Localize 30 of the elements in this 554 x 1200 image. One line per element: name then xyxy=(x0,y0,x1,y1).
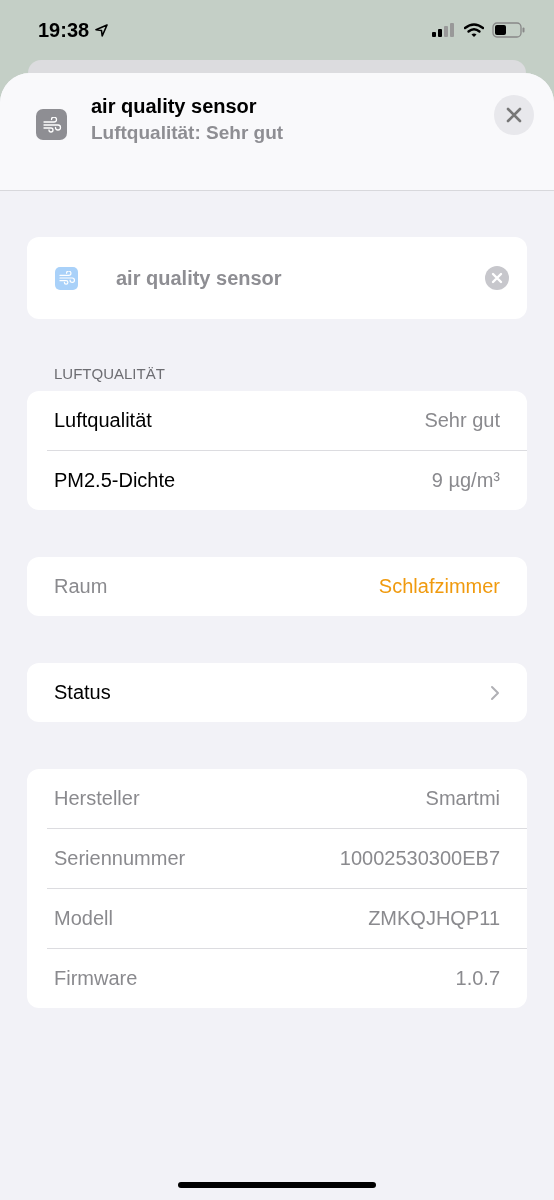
chevron-icon[interactable] xyxy=(490,684,500,701)
row-value: 9 µg/m³ xyxy=(431,469,500,492)
row-value: Sehr gut xyxy=(424,409,500,432)
close-button[interactable] xyxy=(494,95,534,135)
row-label: Firmware xyxy=(54,967,138,990)
signal-icon xyxy=(432,23,456,37)
row-value: Smartmi xyxy=(425,787,500,810)
accessory-status: Luftqualität: Sehr gut xyxy=(91,122,285,144)
row-value: 1.0.7 xyxy=(455,967,500,990)
name-field[interactable]: air quality sensor xyxy=(116,266,485,290)
location-arrow-icon xyxy=(95,23,109,37)
row-label: Seriennummer xyxy=(54,847,186,870)
wifi-icon xyxy=(464,22,484,38)
wind-icon xyxy=(36,109,67,140)
row-label: PM2.5-Dichte xyxy=(54,469,176,492)
battery-icon xyxy=(492,22,526,38)
wind-icon xyxy=(55,266,78,290)
status-time: 19:38 xyxy=(38,18,90,42)
row-label: Hersteller xyxy=(54,787,140,810)
section-header: LUFTQUALITÄT xyxy=(53,365,166,384)
row-value[interactable]: Schlafzimmer xyxy=(378,575,500,598)
row-value: ZMKQJHQP11 xyxy=(368,907,500,930)
accessory-title: air quality sensor xyxy=(91,95,258,118)
row-label: Luftqualität xyxy=(54,409,152,432)
row-value: 10002530300EB7 xyxy=(339,847,500,870)
row-label: Raum xyxy=(54,575,108,598)
clear-icon[interactable] xyxy=(485,266,509,290)
close-icon xyxy=(505,106,523,124)
row-label: Modell xyxy=(54,907,113,930)
row-label[interactable]: Status xyxy=(54,681,111,704)
